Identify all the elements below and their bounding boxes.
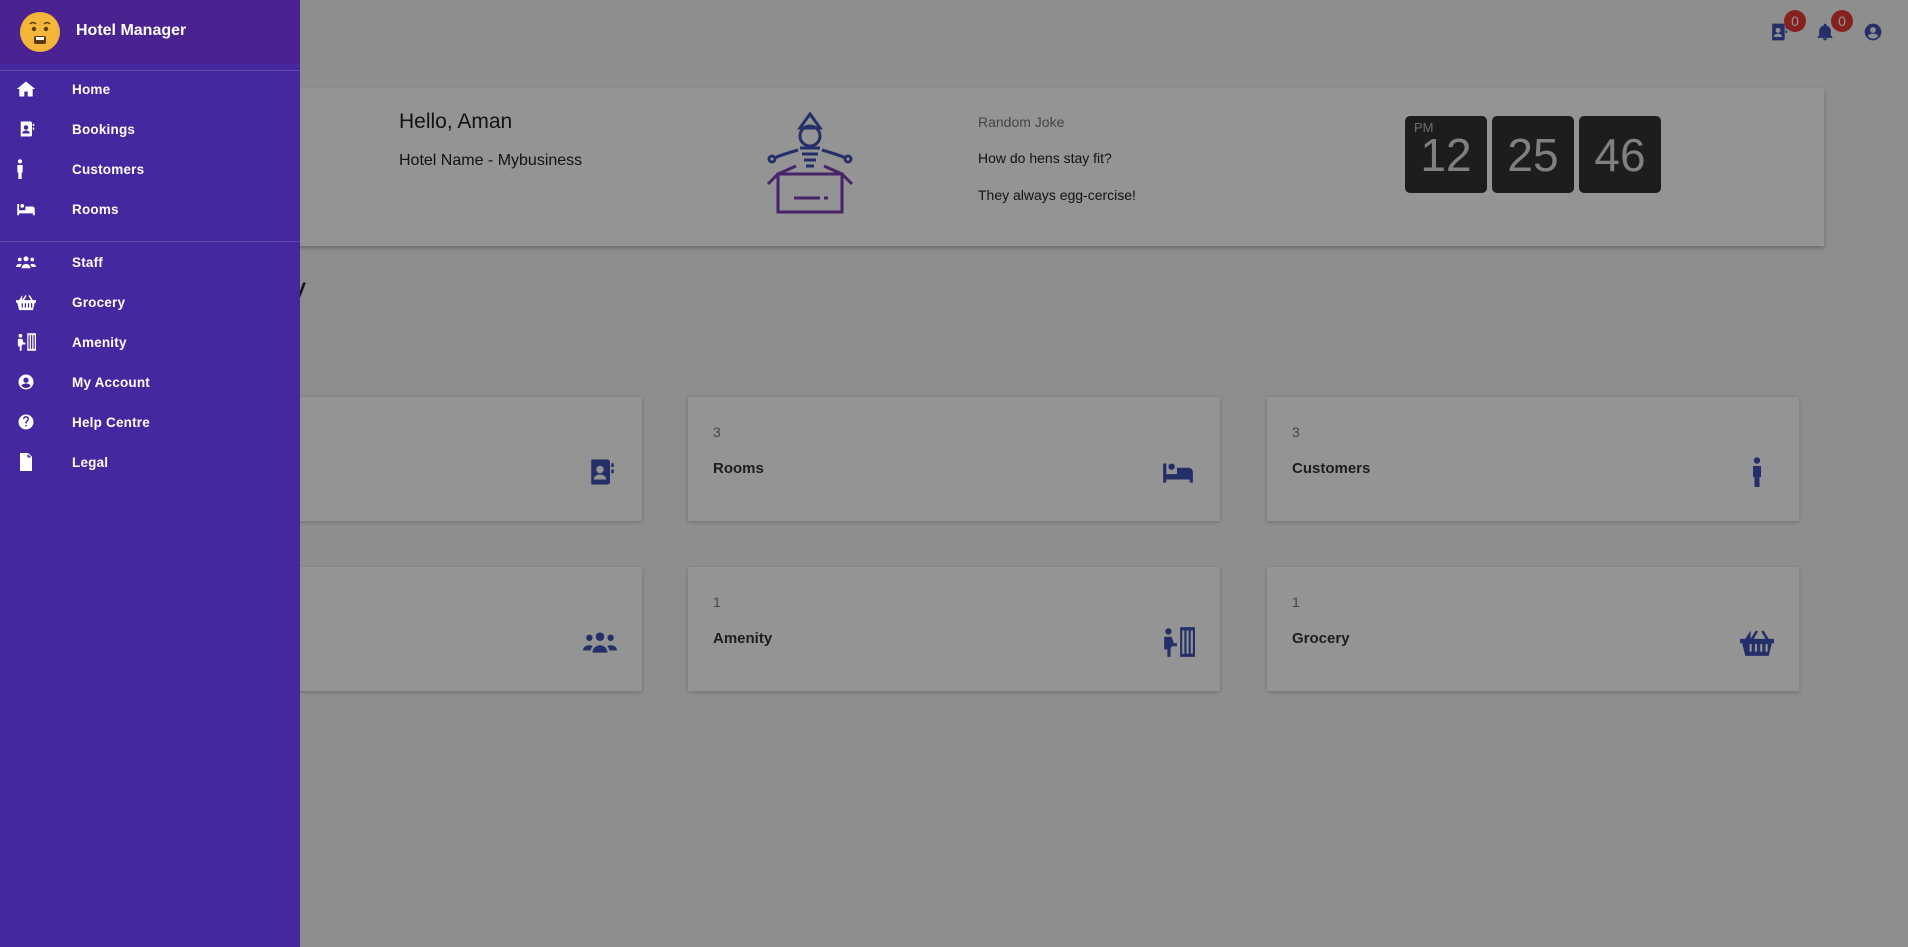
nav-item-label: Customers: [72, 161, 145, 177]
address-book-icon: [14, 118, 38, 140]
nav-item-legal[interactable]: Legal: [0, 442, 300, 482]
nav-item-label: Help Centre: [72, 414, 150, 430]
nav-item-help-centre[interactable]: Help Centre: [0, 402, 300, 442]
nav-item-staff[interactable]: Staff: [0, 242, 300, 282]
nav-item-label: Home: [72, 81, 111, 97]
nav-item-label: Legal: [72, 454, 109, 470]
nav-item-label: Rooms: [72, 201, 119, 217]
nav-item-my-account[interactable]: My Account: [0, 362, 300, 402]
nav-item-label: Amenity: [72, 334, 127, 350]
surprised-face-icon: [21, 13, 59, 51]
nav-item-label: Staff: [72, 254, 103, 270]
drawer-header: Hotel Manager: [0, 0, 300, 64]
nav-item-label: My Account: [72, 374, 151, 390]
nav-item-home[interactable]: Home: [0, 69, 300, 109]
nav-item-label: Bookings: [72, 121, 136, 137]
nav-item-bookings[interactable]: Bookings: [0, 109, 300, 149]
luggage-icon: [14, 331, 38, 353]
question-circle-icon: [14, 411, 38, 433]
navigation-drawer: Hotel Manager Home Bookings Customers Ro…: [0, 0, 300, 947]
user-circle-icon: [14, 371, 38, 393]
bed-icon: [14, 198, 38, 220]
basket-icon: [14, 291, 38, 313]
nav-item-amenity[interactable]: Amenity: [0, 322, 300, 362]
app-title: Hotel Manager: [76, 22, 187, 39]
users-icon: [14, 251, 38, 273]
person-icon: [8, 158, 32, 180]
nav-item-grocery[interactable]: Grocery: [0, 282, 300, 322]
nav-item-label: Grocery: [72, 294, 126, 310]
home-icon: [14, 78, 38, 100]
app-logo: [20, 12, 60, 52]
nav-item-rooms[interactable]: Rooms: [0, 189, 300, 229]
nav-item-customers[interactable]: Customers: [0, 149, 300, 189]
document-icon: [14, 451, 38, 473]
